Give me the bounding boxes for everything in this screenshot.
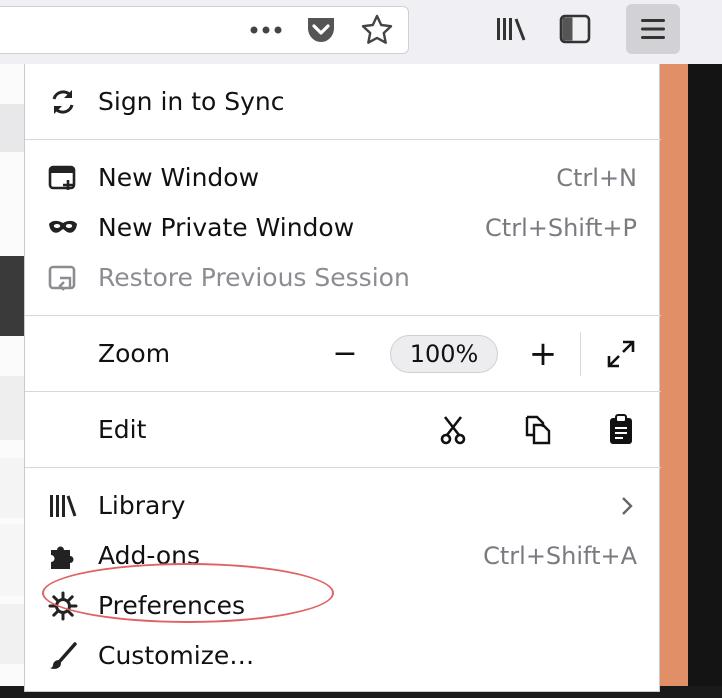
page-edge-block bbox=[0, 104, 26, 152]
zoom-row: Zoom − 100% + bbox=[25, 330, 661, 378]
page-edge-block bbox=[0, 458, 26, 518]
cut-button[interactable] bbox=[433, 410, 473, 450]
zoom-in-label: + bbox=[528, 334, 558, 374]
hamburger-icon bbox=[639, 15, 667, 43]
sign-in-sync-label: Sign in to Sync bbox=[98, 87, 285, 116]
library-item[interactable]: Library bbox=[25, 482, 661, 530]
browser-toolbar bbox=[0, 0, 722, 65]
copy-icon bbox=[525, 415, 551, 445]
new-private-window-item[interactable]: New Private Window Ctrl+Shift+P bbox=[25, 204, 661, 252]
library-icon bbox=[47, 490, 79, 522]
paste-icon bbox=[610, 414, 632, 444]
menu-separator bbox=[25, 391, 661, 392]
page-edge-block bbox=[0, 256, 26, 336]
menu-separator bbox=[25, 139, 661, 140]
paste-button[interactable] bbox=[601, 410, 641, 450]
new-window-shortcut: Ctrl+N bbox=[556, 164, 637, 192]
sign-in-sync-item[interactable]: Sign in to Sync bbox=[25, 78, 661, 126]
zoom-reset-button[interactable]: 100% bbox=[390, 335, 498, 373]
page-dark-edge bbox=[688, 64, 722, 698]
new-window-label: New Window bbox=[98, 163, 260, 192]
customize-label: Customize… bbox=[98, 641, 255, 670]
page-accent-strip bbox=[660, 64, 688, 698]
customize-item[interactable]: Customize… bbox=[25, 632, 661, 680]
fullscreen-icon bbox=[607, 340, 635, 368]
chevron-right-icon bbox=[607, 486, 647, 526]
zoom-in-button[interactable]: + bbox=[523, 334, 563, 374]
cut-icon bbox=[440, 416, 466, 445]
edit-label: Edit bbox=[98, 415, 147, 444]
menu-separator bbox=[25, 467, 661, 468]
zoom-divider bbox=[580, 332, 581, 376]
copy-button[interactable] bbox=[517, 410, 557, 450]
puzzle-icon bbox=[47, 540, 79, 572]
addons-shortcut: Ctrl+Shift+A bbox=[483, 542, 637, 570]
restore-session-item[interactable]: Restore Previous Session bbox=[25, 254, 661, 302]
library-icon[interactable] bbox=[492, 12, 532, 46]
new-private-window-label: New Private Window bbox=[98, 213, 355, 242]
pocket-icon[interactable] bbox=[303, 13, 339, 47]
more-icon[interactable] bbox=[245, 15, 287, 45]
fullscreen-button[interactable] bbox=[601, 334, 641, 374]
url-bar[interactable] bbox=[0, 6, 409, 54]
zoom-label: Zoom bbox=[98, 339, 171, 368]
new-window-icon bbox=[47, 162, 79, 194]
new-window-item[interactable]: New Window Ctrl+N bbox=[25, 154, 661, 202]
restore-icon bbox=[47, 262, 79, 294]
page-edge-block bbox=[0, 604, 26, 664]
private-mask-icon bbox=[47, 212, 79, 244]
zoom-out-label: − bbox=[332, 336, 358, 371]
brush-icon bbox=[47, 640, 79, 672]
restore-session-label: Restore Previous Session bbox=[98, 263, 410, 292]
sidebar-icon[interactable] bbox=[555, 11, 595, 47]
sync-icon bbox=[47, 86, 79, 118]
star-icon[interactable] bbox=[358, 12, 396, 48]
zoom-out-button[interactable]: − bbox=[325, 334, 365, 374]
page-edge-block bbox=[0, 376, 26, 440]
menu-separator bbox=[25, 315, 661, 316]
hamburger-button[interactable] bbox=[626, 4, 680, 54]
library-label: Library bbox=[98, 491, 186, 520]
zoom-level: 100% bbox=[409, 340, 479, 368]
page-edge-block bbox=[0, 524, 26, 596]
new-private-window-shortcut: Ctrl+Shift+P bbox=[485, 214, 637, 242]
annotation-highlight bbox=[42, 563, 334, 623]
edit-row: Edit bbox=[25, 406, 661, 454]
